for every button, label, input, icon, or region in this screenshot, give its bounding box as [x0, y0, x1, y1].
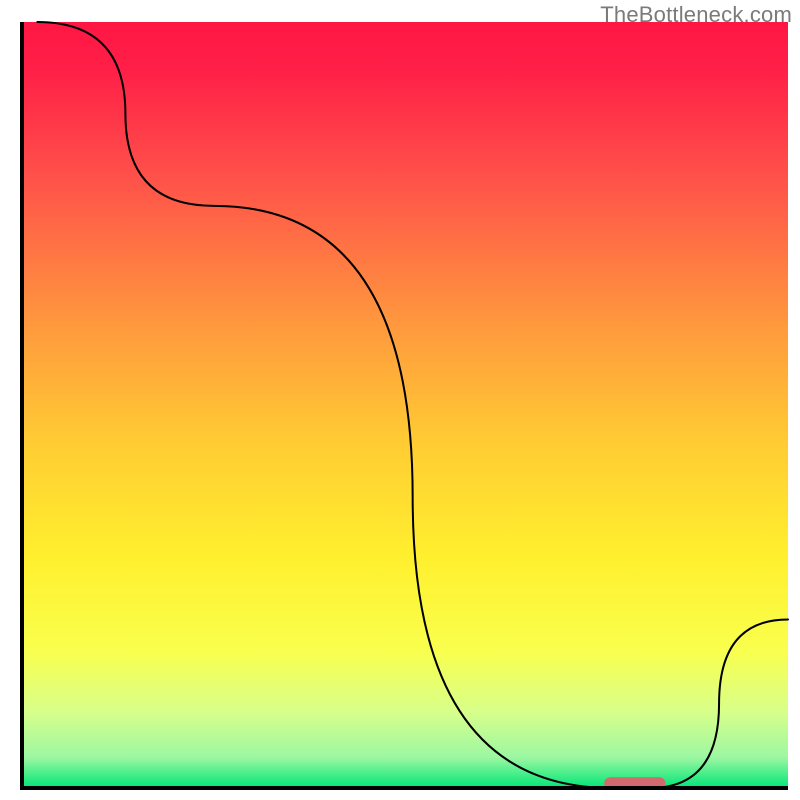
bottleneck-chart	[0, 0, 800, 800]
plot-background	[22, 22, 788, 788]
watermark-label: TheBottleneck.com	[600, 2, 792, 28]
chart-container: TheBottleneck.com	[0, 0, 800, 800]
